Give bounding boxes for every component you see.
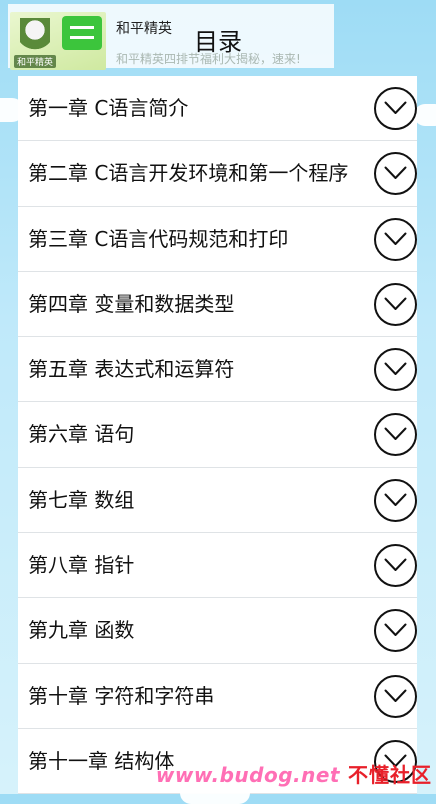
page-title: 目录 <box>194 28 242 56</box>
chapter-list[interactable]: 第一章 C语言简介 第二章 C语言开发环境和第一个程序 第三章 C语言代码规范和打印… <box>18 76 417 794</box>
chevron-down-icon[interactable] <box>374 217 417 261</box>
top-bar: 和平精英 和平精英 和平精英四排节福利大揭秘，速来! 目录 <box>0 0 436 74</box>
chapter-label[interactable]: 第七章 数组 <box>28 468 352 533</box>
chapter-row[interactable]: 第九章 函数 <box>18 598 417 664</box>
chapter-label[interactable]: 第六章 语句 <box>28 402 352 467</box>
chevron-down-icon[interactable] <box>374 609 417 653</box>
watermark-url: www.budog.net <box>155 763 340 787</box>
chapter-label[interactable]: 第十章 字符和字符串 <box>28 664 352 729</box>
chevron-down-icon[interactable] <box>374 282 417 326</box>
chapter-row[interactable]: 第六章 语句 <box>18 402 417 468</box>
chapter-label[interactable]: 第二章 C语言开发环境和第一个程序 <box>28 141 352 206</box>
chapter-label[interactable]: 第一章 C语言简介 <box>28 76 352 141</box>
chapter-row[interactable]: 第八章 指针 <box>18 533 417 599</box>
chevron-down-icon[interactable] <box>374 478 417 522</box>
chevron-down-icon[interactable] <box>374 348 417 392</box>
watermark-brand: 不懂社区 <box>348 763 432 787</box>
chapter-row[interactable]: 第四章 变量和数据类型 <box>18 272 417 338</box>
chevron-down-icon[interactable] <box>374 544 417 588</box>
chevron-down-icon[interactable] <box>374 152 417 196</box>
chapter-row[interactable]: 第三章 C语言代码规范和打印 <box>18 207 417 272</box>
cloud-decoration-right <box>414 104 436 126</box>
chapter-label[interactable]: 第五章 表达式和运算符 <box>28 337 352 402</box>
chapter-row[interactable]: 第二章 C语言开发环境和第一个程序 <box>18 141 417 207</box>
chapter-label[interactable]: 第八章 指针 <box>28 533 352 598</box>
chevron-down-icon[interactable] <box>374 413 417 457</box>
chapter-label[interactable]: 第三章 C语言代码规范和打印 <box>28 207 352 272</box>
chapter-row[interactable]: 第五章 表达式和运算符 <box>18 337 417 403</box>
chevron-down-icon[interactable] <box>374 674 417 718</box>
chapter-label[interactable]: 第九章 函数 <box>28 598 352 663</box>
watermark: www.budog.net 不懂社区 <box>156 759 432 788</box>
chapter-label[interactable]: 第四章 变量和数据类型 <box>28 272 352 337</box>
chevron-down-icon[interactable] <box>374 87 417 130</box>
chapter-row[interactable]: 第十章 字符和字符串 <box>18 664 417 729</box>
chapter-row[interactable]: 第七章 数组 <box>18 468 417 534</box>
chapter-row[interactable]: 第一章 C语言简介 <box>18 76 417 142</box>
